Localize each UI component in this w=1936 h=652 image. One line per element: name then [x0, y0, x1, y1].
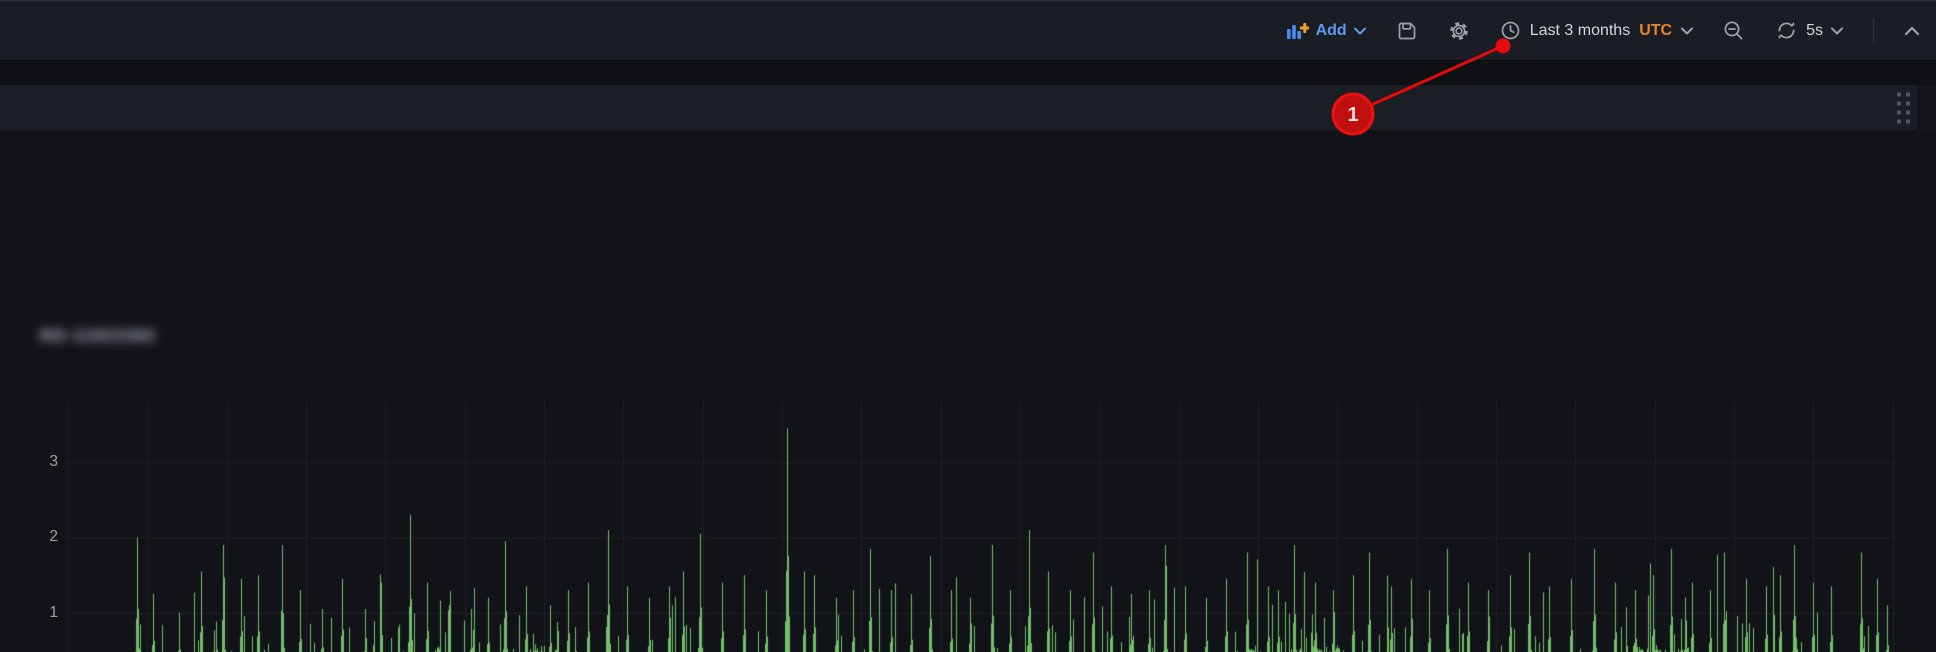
time-range-picker[interactable]: Last 3 months UTC	[1500, 20, 1693, 41]
chevron-down-icon	[1354, 27, 1366, 35]
collapse-toolbar-button[interactable]	[1904, 26, 1920, 36]
timezone-label: UTC	[1639, 22, 1672, 40]
y-axis-label: 3	[28, 454, 58, 470]
y-axis-label: 2	[28, 529, 58, 545]
gear-icon	[1448, 20, 1470, 42]
timeseries-panel: RD-11823382 0123 07/2207/2607/3008/0308/…	[0, 130, 1936, 652]
save-dashboard-button[interactable]	[1396, 20, 1418, 42]
timeseries-plot[interactable]	[66, 376, 1898, 652]
refresh-icon[interactable]	[1775, 19, 1798, 42]
y-axis-label: 1	[28, 605, 58, 621]
zoom-out-icon	[1723, 20, 1745, 42]
chevron-down-icon[interactable]	[1831, 27, 1843, 35]
dashboard-settings-button[interactable]	[1448, 20, 1470, 42]
save-icon	[1396, 20, 1418, 42]
add-button-label: Add	[1316, 22, 1347, 40]
refresh-controls: 5s	[1775, 19, 1843, 42]
refresh-interval-label[interactable]: 5s	[1806, 22, 1823, 40]
chevron-up-icon	[1904, 26, 1920, 36]
bar-chart-plus-icon	[1286, 21, 1309, 40]
panel-drag-handle-icon[interactable]	[1897, 92, 1910, 123]
dashboard-screen: Add	[0, 0, 1936, 652]
chevron-down-icon	[1681, 27, 1693, 35]
dashboard-toolbar: Add	[0, 0, 1936, 61]
sub-header-band	[0, 62, 1936, 85]
toolbar-divider	[1873, 18, 1874, 44]
panel-title[interactable]: RD-11823382	[40, 326, 156, 346]
time-range-label: Last 3 months	[1530, 22, 1631, 40]
clock-icon	[1500, 20, 1521, 41]
dashboard-row	[0, 85, 1917, 130]
zoom-out-time-button[interactable]	[1723, 20, 1745, 42]
add-panel-button[interactable]: Add	[1286, 21, 1366, 40]
